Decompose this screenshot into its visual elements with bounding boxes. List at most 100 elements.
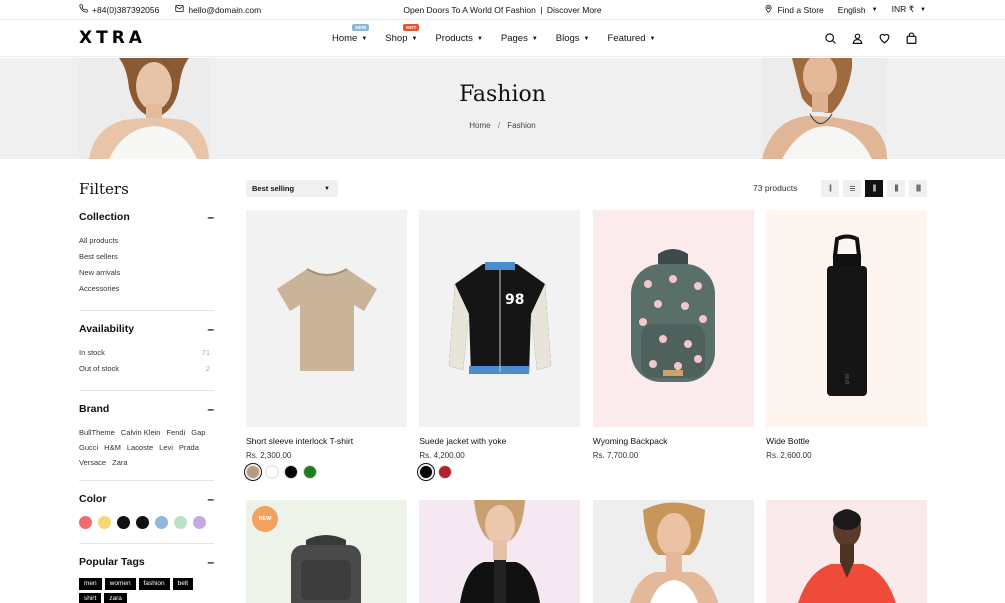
filters-sidebar: Filters Collection – All products Best s… <box>79 180 214 603</box>
collection-item[interactable]: Accessories <box>79 284 214 293</box>
brand-item[interactable]: Versace <box>79 458 106 468</box>
product-image[interactable] <box>246 210 407 427</box>
collapse-icon[interactable]: – <box>207 556 214 568</box>
products-toolbar: Best selling ▼ 73 products || ☰ ||| ||||… <box>246 180 927 198</box>
view-5-columns-button[interactable]: ||||| <box>909 180 927 197</box>
user-icon[interactable] <box>851 32 864 45</box>
product-card[interactable]: MiiR Wide Bottle Rs. 2,600.00 <box>766 210 928 479</box>
product-image[interactable] <box>592 210 754 427</box>
find-store-link[interactable]: Find a Store <box>764 4 824 15</box>
tag-item[interactable]: fashion <box>138 578 170 590</box>
brand-item[interactable]: Calvin Klein <box>121 428 161 438</box>
nav-badge-new: NEW <box>352 24 370 31</box>
filter-availability-header[interactable]: Availability – <box>79 323 214 335</box>
sort-select[interactable]: Best selling ▼ <box>246 180 338 197</box>
product-color-swatch[interactable] <box>303 465 317 479</box>
filter-collection-header[interactable]: Collection – <box>79 211 214 223</box>
tag-item[interactable]: women <box>104 578 136 590</box>
brand-item[interactable]: Gap <box>191 428 205 438</box>
product-image[interactable]: 98 <box>419 210 581 427</box>
product-card[interactable]: Wyoming Backpack Rs. 7,700.00 <box>592 210 754 479</box>
color-swatch[interactable] <box>174 516 187 529</box>
chevron-down-icon: ▼ <box>871 6 878 13</box>
brand-item[interactable]: Zara <box>112 458 127 468</box>
breadcrumb-home[interactable]: Home <box>469 121 490 130</box>
product-card[interactable] <box>419 500 581 603</box>
collapse-icon[interactable]: – <box>207 323 214 335</box>
color-swatch[interactable] <box>193 516 206 529</box>
search-icon[interactable] <box>824 32 837 45</box>
product-card[interactable] <box>592 500 754 603</box>
filter-tags-header[interactable]: Popular Tags – <box>79 556 214 568</box>
color-swatch[interactable] <box>136 516 149 529</box>
color-swatch[interactable] <box>79 516 92 529</box>
brand-item[interactable]: Gucci <box>79 443 98 453</box>
promo-link[interactable]: Discover More <box>547 5 602 15</box>
nav-products[interactable]: Products ▼ <box>435 33 482 44</box>
chevron-down-icon: ▼ <box>411 35 418 42</box>
new-badge: NEW <box>252 506 278 532</box>
brand-item[interactable]: Fendi <box>166 428 185 438</box>
product-card[interactable]: 98 Suede jacket with yoke Rs. 4,200.00 <box>417 210 581 481</box>
product-color-swatch[interactable] <box>417 463 436 481</box>
nav-shop[interactable]: Shop ▼ HOT <box>385 24 420 44</box>
currency-label: INR ₹ <box>891 4 915 14</box>
availability-item-in-stock[interactable]: In stock 71 <box>79 348 214 357</box>
nav-pages[interactable]: Pages ▼ <box>501 33 538 44</box>
collapse-icon[interactable]: – <box>207 211 214 223</box>
tag-item[interactable]: shirt <box>79 593 102 603</box>
brand-item[interactable]: Lacoste <box>127 443 153 453</box>
product-color-swatch[interactable] <box>244 463 262 481</box>
collection-item[interactable]: Best sellers <box>79 252 214 261</box>
collapse-icon[interactable]: – <box>207 493 214 505</box>
product-card[interactable]: NEW <box>246 500 407 603</box>
product-name[interactable]: Wide Bottle <box>766 436 927 446</box>
view-3-columns-button[interactable]: ||| <box>865 180 883 197</box>
product-image[interactable] <box>419 500 581 603</box>
heart-icon[interactable] <box>878 32 891 45</box>
collection-item[interactable]: All products <box>79 236 214 245</box>
breadcrumb-current: Fashion <box>507 121 536 130</box>
availability-count: 2 <box>205 364 210 373</box>
nav-featured[interactable]: Featured ▼ <box>608 33 656 44</box>
product-name[interactable]: Suede jacket with yoke <box>419 436 580 446</box>
brand-item[interactable]: BullTheme <box>79 428 115 438</box>
site-logo[interactable]: XTRA <box>79 28 146 48</box>
brand-item[interactable]: H&M <box>104 443 121 453</box>
availability-item-out-of-stock[interactable]: Out of stock 2 <box>79 364 214 373</box>
product-image[interactable]: MiiR <box>766 210 928 427</box>
collection-item[interactable]: New arrivals <box>79 268 214 277</box>
product-color-swatch[interactable] <box>438 465 453 479</box>
email-contact[interactable]: hello@domain.com <box>175 4 261 15</box>
product-card[interactable] <box>766 500 928 603</box>
nav-blogs[interactable]: Blogs ▼ <box>556 33 590 44</box>
nav-home[interactable]: Home ▼ NEW <box>332 24 370 44</box>
product-name[interactable]: Wyoming Backpack <box>593 436 754 446</box>
color-swatch[interactable] <box>98 516 111 529</box>
filter-brand-header[interactable]: Brand – <box>79 403 214 415</box>
brand-item[interactable]: Levi <box>159 443 173 453</box>
view-2-columns-button[interactable]: || <box>821 180 839 197</box>
product-image[interactable] <box>592 500 754 603</box>
brand-item[interactable]: Prada <box>179 443 199 453</box>
filter-color-header[interactable]: Color – <box>79 493 214 505</box>
product-color-swatch[interactable] <box>265 465 279 479</box>
bag-icon[interactable] <box>905 32 918 45</box>
collapse-icon[interactable]: – <box>207 403 214 415</box>
view-list-button[interactable]: ☰ <box>843 180 861 197</box>
filter-brand: Brand – BullTheme Calvin Klein Fendi Gap… <box>79 403 214 481</box>
product-image[interactable] <box>766 500 928 603</box>
color-swatch[interactable] <box>117 516 130 529</box>
phone-contact[interactable]: +84(0)387392056 <box>79 4 159 15</box>
tag-item[interactable]: men <box>79 578 102 590</box>
view-4-columns-button[interactable]: |||| <box>887 180 905 197</box>
tag-item[interactable]: belt <box>172 578 194 590</box>
product-color-swatch[interactable] <box>284 465 298 479</box>
language-select[interactable]: English ▼ <box>838 5 878 15</box>
tag-item[interactable]: zara <box>104 593 127 603</box>
currency-select[interactable]: INR ₹ ▼ <box>892 4 926 15</box>
product-image[interactable]: NEW <box>246 500 407 603</box>
color-swatch[interactable] <box>155 516 168 529</box>
product-card[interactable]: Short sleeve interlock T-shirt Rs. 2,300… <box>244 210 407 481</box>
product-name[interactable]: Short sleeve interlock T-shirt <box>246 436 407 446</box>
